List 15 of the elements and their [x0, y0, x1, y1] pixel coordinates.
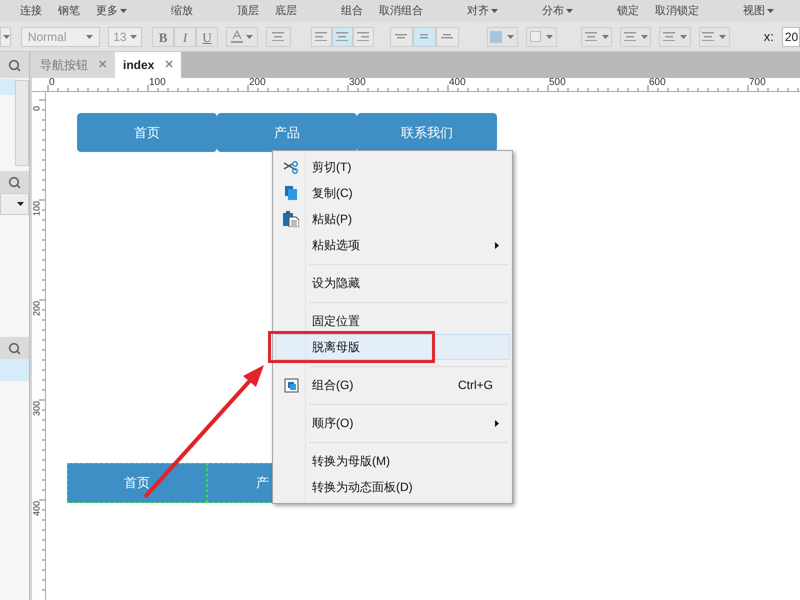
- ruler-label: 200: [249, 78, 266, 88]
- ruler-label: 100: [32, 200, 42, 218]
- ruler-label: 300: [32, 400, 42, 418]
- ruler-label: 400: [449, 78, 466, 88]
- ruler-label: 100: [149, 78, 166, 88]
- ruler-label: 500: [549, 78, 566, 88]
- ruler-label: 200: [32, 300, 42, 318]
- ruler-label: 300: [349, 78, 366, 88]
- ruler-label: 600: [649, 78, 666, 88]
- ruler-label: 0: [32, 105, 42, 114]
- ruler-label: 400: [32, 500, 42, 518]
- ruler-label: 700: [749, 78, 766, 88]
- shortcut-label: Ctrl+G: [458, 377, 493, 394]
- x-label: x:: [764, 28, 774, 46]
- ruler-label: 0: [49, 78, 55, 88]
